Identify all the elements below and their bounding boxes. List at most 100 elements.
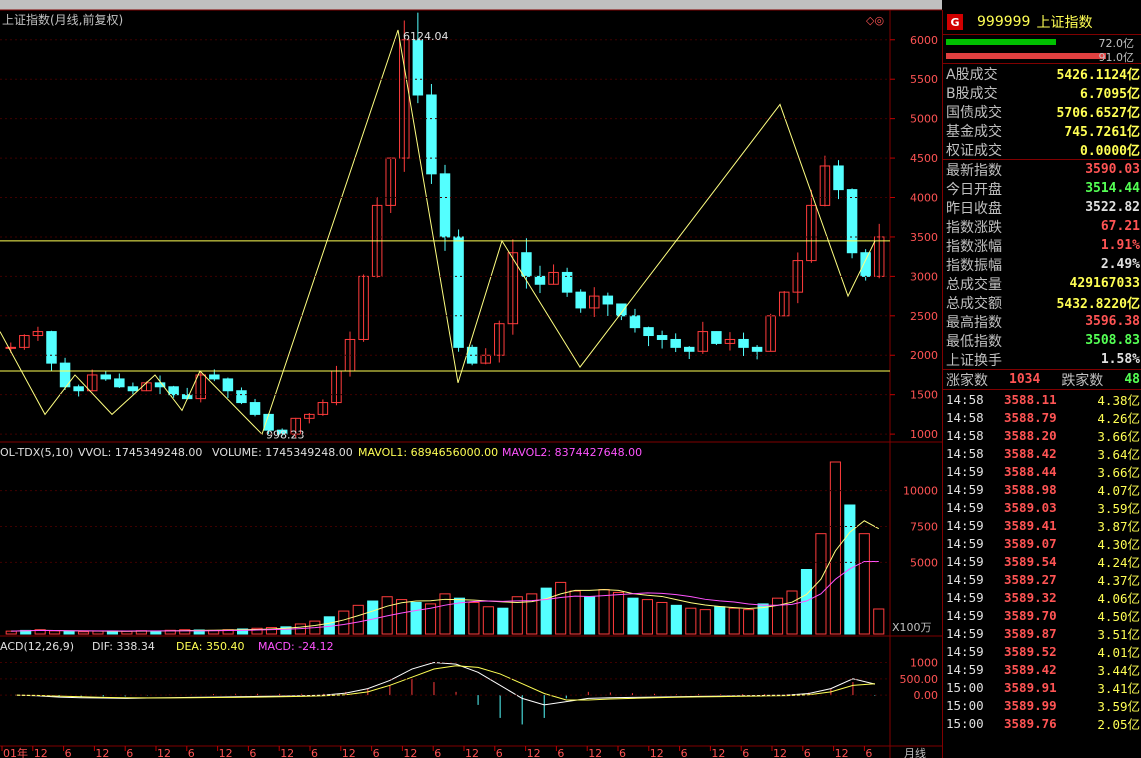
stat-value: 5432.8220亿 — [1056, 297, 1140, 312]
up-label: 涨家数 — [946, 372, 988, 389]
stat-value: 5706.6527亿 — [1056, 106, 1140, 121]
candle-body — [439, 173, 451, 238]
chart-area[interactable]: 上证指数(月线,前复权) ◇◎ 6124.04 998.23 6000 5500 5… — [0, 0, 942, 758]
chart-title: 上证指数(月线,前复权) — [2, 12, 123, 27]
candle-body — [127, 386, 139, 392]
tick-row[interactable]: 14:59 3589.32 4.06亿 — [943, 588, 1141, 606]
tick-amount: 4.37亿 — [1097, 572, 1140, 588]
time-tick-label: 12 — [342, 747, 356, 758]
candle-body — [683, 346, 695, 352]
tick-row[interactable]: 14:59 3589.42 3.44亿 — [943, 660, 1141, 678]
tick-row[interactable]: 14:59 3589.41 3.87亿 — [943, 516, 1141, 534]
up-value: 1034 — [1009, 372, 1041, 387]
volume-bar — [5, 630, 17, 635]
volume-bar — [757, 603, 769, 635]
volume-bar — [786, 590, 798, 635]
time-tick-label: 12 — [219, 747, 233, 758]
time-tick-label: 12 — [588, 747, 602, 758]
volume-ma-line — [11, 520, 880, 632]
tick-row[interactable]: 14:59 3588.98 4.07亿 — [943, 480, 1141, 498]
stat-row: 最新指数 3590.03 — [943, 160, 1141, 179]
volume-bar — [410, 601, 422, 635]
stat-value: 67.21 — [1100, 219, 1140, 234]
tick-row[interactable]: 14:59 3588.44 3.66亿 — [943, 462, 1141, 480]
candle-body — [73, 386, 84, 392]
ratio-bar-value: 91.0亿 — [1098, 51, 1135, 64]
volume-bar — [555, 581, 567, 635]
vol-mavol2: MAVOL2: 8374427648.00 — [502, 446, 642, 459]
tick-row[interactable]: 14:59 3589.27 4.37亿 — [943, 570, 1141, 588]
tick-row[interactable]: 14:58 3588.20 3.66亿 — [943, 426, 1141, 444]
volume-bar — [63, 630, 75, 635]
time-tick-label: 6 — [311, 747, 318, 758]
down-value: 48 — [1124, 372, 1140, 387]
tick-amount: 3.51亿 — [1097, 626, 1140, 642]
tick-row[interactable]: 14:59 3589.07 4.30亿 — [943, 534, 1141, 552]
candle-body — [602, 295, 614, 305]
tick-amount: 3.59亿 — [1097, 500, 1140, 516]
volume-bar — [584, 596, 596, 635]
time-tick-label: 12 — [34, 747, 48, 758]
tick-row[interactable]: 15:00 3589.99 3.59亿 — [943, 696, 1141, 714]
candle-body — [575, 291, 586, 309]
tick-time: 14:59 — [946, 571, 984, 587]
time-tick-label: 12 — [650, 747, 664, 758]
time-tick-label: 12 — [773, 747, 787, 758]
tick-amount: 3.87亿 — [1097, 518, 1140, 534]
tick-price: 3588.44 — [1004, 463, 1057, 479]
tick-amount: 4.24亿 — [1097, 554, 1140, 570]
tick-row[interactable]: 14:59 3589.70 4.50亿 — [943, 606, 1141, 624]
volume-bar — [396, 599, 408, 635]
volume-bar — [714, 606, 726, 635]
tick-row[interactable]: 14:58 3588.11 4.38亿 — [943, 390, 1141, 408]
tick-row[interactable]: 15:00 3589.91 3.41亿 — [943, 678, 1141, 696]
stat-row: 权证成交 0.0000亿 — [943, 140, 1141, 160]
volume-bar — [829, 461, 841, 635]
time-tick-label: 6 — [434, 747, 441, 758]
stat-value: 1.58% — [1100, 352, 1140, 367]
price-tick-label: 6000 — [910, 34, 938, 47]
time-tick-label: 12 — [465, 747, 479, 758]
macd-tick-label: 1000 — [910, 657, 938, 670]
candle-body — [534, 275, 546, 285]
candle-body — [209, 374, 220, 380]
tick-price: 3589.42 — [1004, 661, 1057, 677]
candle-body — [846, 189, 858, 254]
index-stats-list: 最新指数 3590.03 今日开盘 3514.44 昨日收盘 3522.82 指数涨跌 67.… — [943, 160, 1141, 370]
tick-row[interactable]: 14:59 3589.87 3.51亿 — [943, 624, 1141, 642]
candle-body — [222, 378, 234, 392]
price-tick-label: 2500 — [910, 310, 938, 323]
down-label: 跌家数 — [1061, 372, 1104, 389]
tick-time: 14:59 — [946, 589, 984, 605]
tick-amount: 4.06亿 — [1097, 590, 1140, 606]
macd-value: MACD: -24.12 — [258, 640, 334, 653]
stat-row: 指数涨跌 67.21 — [943, 217, 1141, 236]
macd-indicator-header: ACD(12,26,9) DIF: 338.34 DEA: 350.40 MAC… — [0, 640, 334, 653]
vol-mavol1: MAVOL1: 6894656000.00 — [358, 446, 498, 459]
tick-row[interactable]: 14:58 3588.42 3.64亿 — [943, 444, 1141, 462]
tick-row[interactable]: 15:00 3589.76 2.05亿 — [943, 714, 1141, 732]
tick-time: 14:59 — [946, 553, 984, 569]
time-tick-label: 6 — [188, 747, 195, 758]
volume-bar — [873, 608, 885, 635]
stat-row: 总成交量 429167033 — [943, 274, 1141, 293]
macd-lines — [15, 662, 876, 706]
volume-bar — [728, 607, 740, 635]
tick-row[interactable]: 14:59 3589.54 4.24亿 — [943, 552, 1141, 570]
high-label: 6124.04 — [403, 30, 449, 43]
tick-row[interactable]: 14:59 3589.03 3.59亿 — [943, 498, 1141, 516]
tick-price: 3588.42 — [1004, 445, 1057, 461]
tick-row[interactable]: 14:59 3589.52 4.01亿 — [943, 642, 1141, 660]
candle-body — [521, 252, 532, 277]
volume-bar — [352, 604, 364, 635]
candle-body — [751, 346, 763, 352]
time-tick-label: 6 — [496, 747, 503, 758]
marker-icons[interactable]: ◇◎ — [866, 14, 884, 27]
tick-row[interactable]: 14:58 3588.79 4.26亿 — [943, 408, 1141, 426]
g-badge[interactable]: G — [947, 14, 963, 30]
stat-row: 指数振幅 2.49% — [943, 255, 1141, 274]
tick-list[interactable]: 14:58 3588.11 4.38亿 14:58 3588.79 4.26亿 14:58 3… — [943, 390, 1141, 732]
tick-price: 3589.54 — [1004, 553, 1057, 569]
volume-bar — [540, 587, 552, 635]
stat-value: 429167033 — [1069, 276, 1140, 291]
